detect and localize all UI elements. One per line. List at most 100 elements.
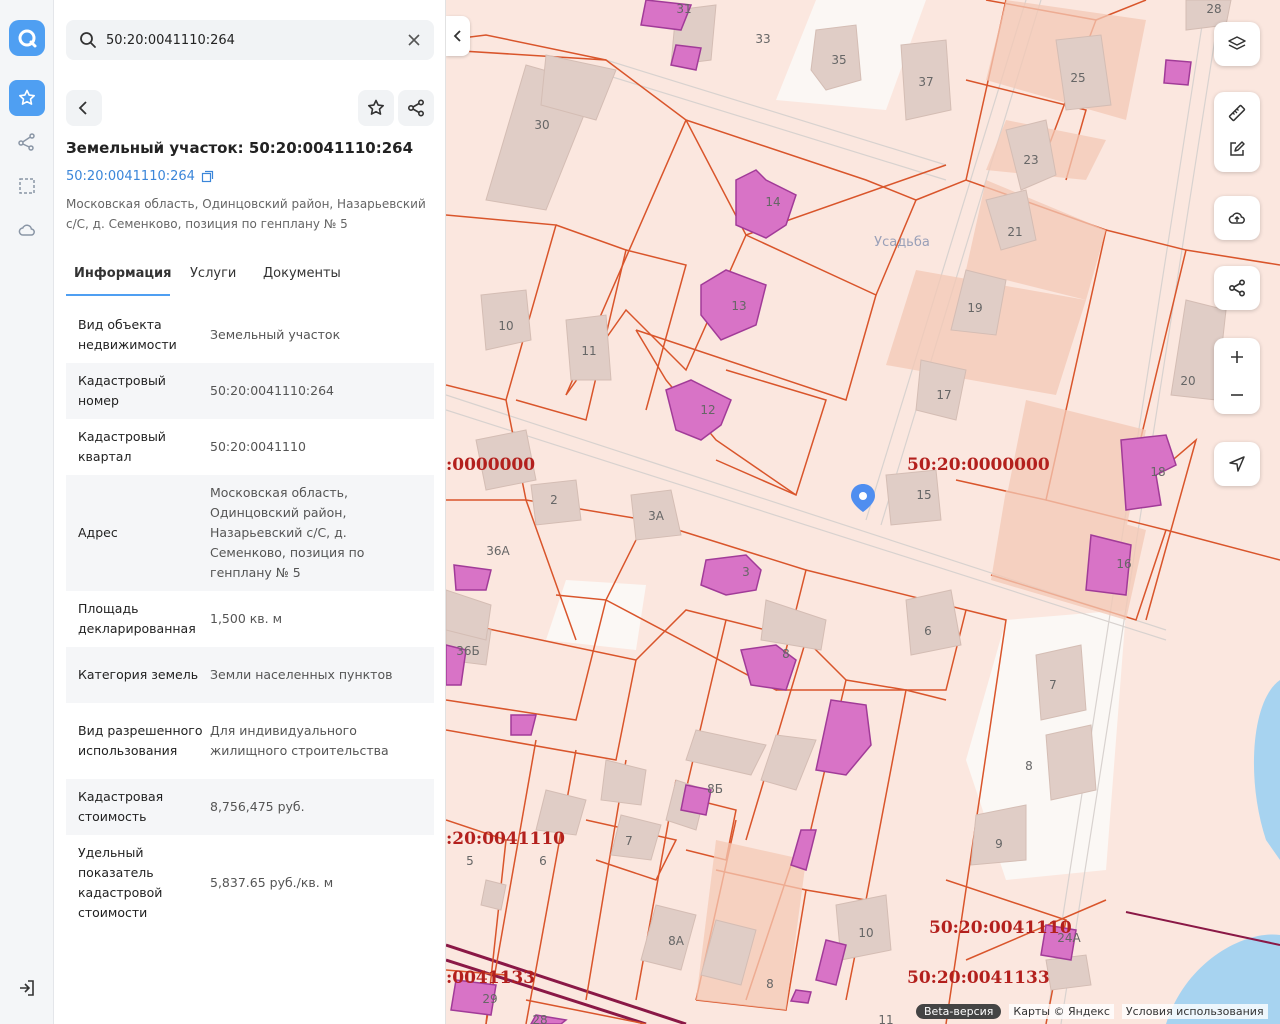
info-key: Вид объекта недвижимости bbox=[78, 317, 177, 352]
house-number-label: 11 bbox=[581, 344, 596, 358]
measure-control bbox=[1214, 92, 1260, 172]
tab-info[interactable]: Информация bbox=[74, 266, 172, 296]
info-value: Земли населенных пунктов bbox=[210, 667, 393, 682]
share-map-control bbox=[1214, 266, 1260, 310]
info-value: 5,837.65 руб./кв. м bbox=[210, 875, 334, 890]
quarter-label: 50:20:0000000 bbox=[907, 455, 1050, 475]
info-value: 50:20:0041110 bbox=[210, 439, 306, 454]
info-panel: Земельный участок: 50:20:0041110:264 50:… bbox=[54, 0, 446, 1024]
cloud-upload-icon bbox=[1228, 212, 1245, 224]
select-area-icon bbox=[19, 178, 35, 194]
info-value: 50:20:0041110:264 bbox=[210, 383, 334, 398]
info-key: Категория земель bbox=[78, 667, 199, 682]
star-icon bbox=[19, 89, 35, 105]
draw-button[interactable] bbox=[1214, 131, 1260, 167]
house-number-label: 18 bbox=[1150, 465, 1165, 479]
back-button[interactable] bbox=[66, 90, 102, 126]
house-number-label: 21 bbox=[1007, 225, 1022, 239]
search-bar bbox=[66, 20, 434, 60]
house-number-label: 8 bbox=[766, 977, 774, 991]
minus-icon bbox=[1231, 394, 1243, 396]
area-label: Усадьба bbox=[874, 235, 930, 250]
app-logo[interactable] bbox=[9, 20, 45, 56]
parcel-title: Земельный участок: 50:20:0041110:264 bbox=[66, 139, 413, 157]
yandex-maps-credit[interactable]: Карты © Яндекс bbox=[1009, 1003, 1114, 1019]
house-number-label: 10 bbox=[498, 319, 513, 333]
selection-rail-button[interactable] bbox=[9, 168, 45, 204]
geolocation-button[interactable] bbox=[1214, 442, 1260, 486]
zoom-control bbox=[1214, 338, 1260, 414]
logout-button[interactable] bbox=[15, 976, 39, 1000]
zoom-out-button[interactable] bbox=[1214, 376, 1260, 414]
info-key: Удельный показатель кадастровой стоимост… bbox=[78, 845, 163, 920]
terms-of-use-link[interactable]: Условия использования bbox=[1121, 1003, 1268, 1019]
house-number-label: 8 bbox=[1025, 759, 1033, 773]
house-number-label: 37 bbox=[918, 75, 933, 89]
info-value: Для индивидуального жилищного строительс… bbox=[210, 723, 389, 758]
star-icon bbox=[368, 99, 384, 115]
house-number-label: 20 bbox=[1180, 374, 1195, 388]
search-icon bbox=[80, 32, 96, 48]
tab-documents[interactable]: Документы bbox=[263, 266, 341, 296]
house-number-label: 2 bbox=[550, 493, 558, 507]
house-number-label: 11 bbox=[878, 1013, 893, 1024]
cad-number-link[interactable]: 50:20:0041110:264 bbox=[66, 169, 214, 184]
cad-number-text[interactable]: 50:20:0041110:264 bbox=[66, 169, 195, 184]
share-map-button[interactable] bbox=[1214, 266, 1260, 310]
share-icon bbox=[407, 99, 425, 117]
info-row-specific-value: Удельный показатель кадастровой стоимост… bbox=[66, 835, 434, 931]
zoom-in-button[interactable] bbox=[1214, 338, 1260, 376]
info-row-permitted-use: Вид разрешенного использования Для индив… bbox=[66, 703, 434, 779]
ruler-button[interactable] bbox=[1214, 95, 1260, 131]
map-canvas[interactable]: 31 33 35 37 28 25 30 23 14 21 10 11 13 1… bbox=[446, 0, 1280, 1024]
share-icon bbox=[1228, 279, 1246, 297]
cloud-rail-button[interactable] bbox=[9, 212, 45, 248]
house-number-label: 33 bbox=[755, 32, 770, 46]
active-tab-indicator bbox=[66, 294, 170, 296]
info-key: Адрес bbox=[78, 525, 118, 540]
share-button[interactable] bbox=[398, 90, 434, 126]
info-key: Кадастровый квартал bbox=[78, 429, 166, 464]
upload-button[interactable] bbox=[1214, 196, 1260, 240]
clear-search-button[interactable] bbox=[404, 30, 424, 50]
house-number-label: 10 bbox=[858, 926, 873, 940]
layers-control bbox=[1214, 22, 1260, 66]
quarter-label: 50:20:0041133 bbox=[907, 968, 1050, 988]
house-number-label: 3А bbox=[648, 509, 665, 523]
cloud-icon bbox=[18, 224, 35, 236]
info-value: 8,756,475 руб. bbox=[210, 799, 305, 814]
beta-badge: Beta-версия bbox=[916, 1003, 1002, 1019]
cadastral-map[interactable]: 31 33 35 37 28 25 30 23 14 21 10 11 13 1… bbox=[446, 0, 1280, 1024]
upload-control bbox=[1214, 196, 1260, 240]
house-number-label: 8А bbox=[668, 934, 685, 948]
left-rail bbox=[0, 0, 54, 1024]
chevron-left-icon bbox=[78, 101, 87, 115]
routes-rail-button[interactable] bbox=[9, 124, 45, 160]
favorite-button[interactable] bbox=[358, 90, 394, 126]
house-number-label: 36А bbox=[486, 544, 510, 558]
tab-services[interactable]: Услуги bbox=[190, 266, 236, 296]
info-row-cad-quarter: Кадастровый квартал 50:20:0041110 bbox=[66, 419, 434, 475]
house-number-label: 3 bbox=[742, 565, 750, 579]
info-row-object-type: Вид объекта недвижимости Земельный участ… bbox=[66, 307, 434, 363]
info-row-land-category: Категория земель Земли населенных пункто… bbox=[66, 647, 434, 703]
house-number-label: 36Б bbox=[456, 644, 480, 658]
house-number-label: 29 bbox=[482, 992, 497, 1006]
house-number-label: 16 bbox=[1116, 557, 1131, 571]
house-number-label: 17 bbox=[936, 388, 951, 402]
plus-icon bbox=[1231, 351, 1243, 363]
layers-button[interactable] bbox=[1214, 22, 1260, 66]
house-number-label: 8Б bbox=[707, 782, 723, 796]
chevron-left-icon bbox=[453, 30, 461, 42]
house-number-label: 7 bbox=[625, 834, 633, 848]
copy-icon[interactable] bbox=[201, 170, 214, 183]
layers-icon bbox=[1228, 36, 1246, 50]
house-number-label: 13 bbox=[731, 299, 746, 313]
house-number-label: 28 bbox=[1206, 2, 1221, 16]
collapse-panel-button[interactable] bbox=[446, 16, 470, 56]
house-number-label: 35 bbox=[831, 53, 846, 67]
quarter-label: :0000000 bbox=[446, 455, 535, 475]
navigation-arrow-icon bbox=[1229, 456, 1245, 472]
favorites-rail-button[interactable] bbox=[9, 80, 45, 116]
search-input[interactable] bbox=[106, 28, 396, 52]
